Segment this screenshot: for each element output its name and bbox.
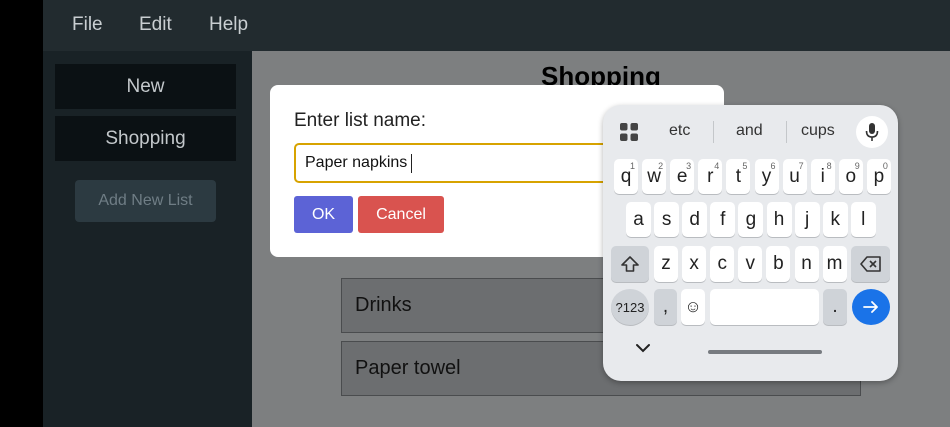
key-1-3[interactable]: f <box>710 202 736 237</box>
key-label: j <box>804 208 810 230</box>
key-label: r <box>707 165 714 187</box>
key-0-9[interactable]: p0 <box>866 159 891 194</box>
key-number-hint: 6 <box>770 161 776 171</box>
menu-file[interactable]: File <box>72 14 103 36</box>
key-1-4[interactable]: g <box>738 202 764 237</box>
key-number-hint: 7 <box>798 161 804 171</box>
key-number-hint: 5 <box>742 161 748 171</box>
key-label: c <box>717 253 727 274</box>
key-2-3[interactable]: v <box>738 246 763 282</box>
space-key[interactable] <box>710 289 819 325</box>
suggestion-2[interactable]: and <box>736 122 763 140</box>
key-number-hint: 9 <box>854 161 860 171</box>
key-2-1[interactable]: x <box>682 246 707 282</box>
key-2-5[interactable]: n <box>794 246 819 282</box>
key-label: i <box>820 165 825 187</box>
key-0-3[interactable]: r4 <box>698 159 723 194</box>
key-1-7[interactable]: k <box>822 202 848 237</box>
key-label: k <box>830 208 840 230</box>
key-label: x <box>689 253 699 274</box>
ok-button[interactable]: OK <box>294 196 353 233</box>
sidebar-item-new[interactable]: New <box>55 64 236 109</box>
key-1-1[interactable]: s <box>654 202 680 237</box>
menu-help[interactable]: Help <box>209 14 248 36</box>
suggestion-divider <box>713 121 714 143</box>
key-label: g <box>745 208 757 230</box>
suggestion-1[interactable]: etc <box>669 122 690 140</box>
shift-icon <box>621 256 639 272</box>
text-cursor <box>411 153 413 173</box>
key-number-hint: 8 <box>826 161 832 171</box>
backspace-icon <box>859 256 881 272</box>
comma-key[interactable]: , <box>654 289 677 325</box>
backspace-key[interactable] <box>851 246 890 282</box>
key-label: z <box>661 253 671 274</box>
key-2-6[interactable]: m <box>822 246 847 282</box>
key-number-hint: 3 <box>686 161 692 171</box>
key-label: v <box>745 253 756 274</box>
shift-key[interactable] <box>611 246 649 282</box>
menu-bar: File Edit Help <box>43 0 950 51</box>
key-1-2[interactable]: d <box>682 202 708 237</box>
chevron-down-icon[interactable] <box>635 343 651 353</box>
key-0-6[interactable]: u7 <box>782 159 807 194</box>
key-0-1[interactable]: w2 <box>642 159 667 194</box>
key-1-8[interactable]: l <box>850 202 876 237</box>
emoji-key[interactable]: ☺ <box>681 289 705 325</box>
key-label: t <box>735 165 742 187</box>
key-label: b <box>773 253 784 274</box>
period-key[interactable]: . <box>823 289 847 325</box>
key-label: n <box>801 253 812 274</box>
key-number-hint: 1 <box>629 161 635 171</box>
key-label: l <box>861 208 866 230</box>
key-1-6[interactable]: j <box>794 202 820 237</box>
key-label: s <box>661 208 672 230</box>
key-0-4[interactable]: t5 <box>726 159 751 194</box>
key-2-4[interactable]: b <box>766 246 791 282</box>
menu-edit[interactable]: Edit <box>139 14 172 36</box>
key-number-hint: 4 <box>714 161 720 171</box>
key-1-0[interactable]: a <box>626 202 651 237</box>
key-1-5[interactable]: h <box>766 202 792 237</box>
screen-edge <box>0 0 43 427</box>
sidebar-item-shopping[interactable]: Shopping <box>55 116 236 161</box>
dialog-label: Enter list name: <box>294 110 426 131</box>
key-2-2[interactable]: c <box>710 246 735 282</box>
key-0-7[interactable]: i8 <box>810 159 835 194</box>
key-number-hint: 2 <box>658 161 664 171</box>
sidebar: New Shopping Add New List <box>43 51 252 427</box>
suggestion-3[interactable]: cups <box>801 122 835 140</box>
key-number-hint: 0 <box>882 161 888 171</box>
input-value: Paper napkins <box>305 154 408 171</box>
on-screen-keyboard: etc and cups q1w2e3r4t5y6u7i8o9p0 asdfgh… <box>603 105 898 381</box>
key-0-5[interactable]: y6 <box>754 159 779 194</box>
key-0-0[interactable]: q1 <box>614 159 638 194</box>
list-name-input[interactable]: Paper napkins <box>294 143 634 183</box>
suggestion-divider <box>786 121 787 143</box>
mic-icon[interactable] <box>856 116 888 148</box>
cancel-button[interactable]: Cancel <box>358 196 444 233</box>
symbols-key[interactable]: ?123 <box>611 289 649 325</box>
key-label: h <box>773 208 785 230</box>
key-label: d <box>689 208 700 230</box>
key-0-2[interactable]: e3 <box>670 159 695 194</box>
keyboard-handle[interactable] <box>708 350 822 354</box>
key-label: f <box>720 208 726 230</box>
add-new-list-button[interactable]: Add New List <box>75 180 216 222</box>
apps-grid-icon[interactable] <box>620 123 638 141</box>
key-0-8[interactable]: o9 <box>838 159 863 194</box>
key-label: m <box>826 253 843 274</box>
key-2-0[interactable]: z <box>654 246 678 282</box>
key-label: a <box>633 208 644 230</box>
arrow-right-icon <box>863 301 878 313</box>
enter-key[interactable] <box>852 289 890 325</box>
